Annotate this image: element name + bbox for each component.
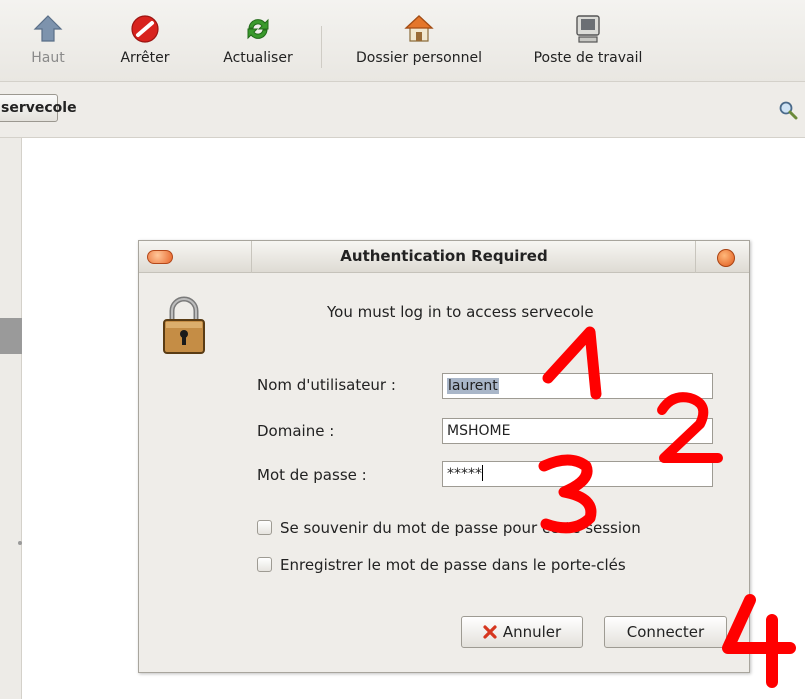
lock-icon xyxy=(163,296,205,354)
refresh-icon xyxy=(247,18,269,40)
auth-message: You must log in to access servecole xyxy=(327,303,594,321)
save-keyring-option[interactable]: Enregistrer le mot de passe dans le port… xyxy=(257,556,626,574)
home-icon xyxy=(404,15,434,42)
computer-icon xyxy=(576,15,600,43)
annotation-3 xyxy=(538,454,597,534)
side-pane-scroll-handle[interactable] xyxy=(0,318,22,354)
dialog-titlebar[interactable]: Authentication Required xyxy=(139,241,749,273)
connect-label: Connecter xyxy=(626,623,705,641)
save-keyring-label: Enregistrer le mot de passe dans le port… xyxy=(280,556,626,574)
arrow-up-icon xyxy=(33,15,63,42)
side-pane xyxy=(0,138,22,699)
remember-session-checkbox[interactable] xyxy=(257,520,272,535)
cancel-icon xyxy=(483,625,497,639)
file-manager-window: Haut Arrêter Actualiser Dossier personne… xyxy=(0,0,805,699)
connect-button[interactable]: Connecter xyxy=(604,616,727,648)
close-icon[interactable] xyxy=(717,249,735,267)
cancel-label: Annuler xyxy=(502,623,562,641)
username-label: Nom d'utilisateur : xyxy=(257,376,396,394)
zoom-icon[interactable] xyxy=(778,100,798,120)
stop-button[interactable]: Arrêter xyxy=(112,6,178,76)
save-keyring-checkbox[interactable] xyxy=(257,557,272,572)
domain-value: MSHOME xyxy=(447,423,511,439)
text-cursor xyxy=(482,465,483,481)
annotation-2 xyxy=(657,392,723,463)
up-button[interactable]: Haut xyxy=(20,6,76,76)
username-value: laurent xyxy=(447,378,499,394)
cancel-button[interactable]: Annuler xyxy=(461,616,583,648)
password-value: ***** xyxy=(447,466,482,482)
stop-icon xyxy=(131,15,159,43)
annotation-1 xyxy=(542,326,602,400)
dialog-title: Authentication Required xyxy=(340,247,548,265)
refresh-button[interactable]: Actualiser xyxy=(210,6,306,76)
domain-label: Domaine : xyxy=(257,422,335,440)
password-label: Mot de passe : xyxy=(257,466,367,484)
home-button[interactable]: Dossier personnel xyxy=(336,6,502,76)
location-bar: servecole xyxy=(0,82,805,138)
computer-button[interactable]: Poste de travail xyxy=(514,6,662,76)
annotation-4 xyxy=(722,594,796,688)
toolbar: Haut Arrêter Actualiser Dossier personne… xyxy=(0,0,805,82)
path-button-servecole[interactable]: servecole xyxy=(0,94,77,122)
toolbar-separator xyxy=(321,26,322,68)
pane-resize-grip[interactable] xyxy=(18,541,22,545)
